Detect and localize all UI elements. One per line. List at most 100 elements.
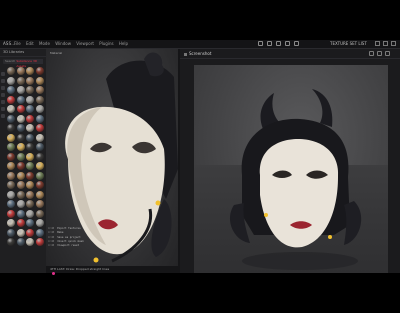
material-thumbnail[interactable]	[7, 181, 15, 189]
material-thumbnail[interactable]	[26, 95, 34, 104]
material-thumbnail[interactable]	[35, 86, 44, 94]
library-search-input[interactable]: Search Substance 3D Assets	[3, 59, 43, 68]
material-thumbnail[interactable]	[16, 209, 25, 218]
material-thumbnail[interactable]	[16, 228, 25, 237]
material-thumbnail[interactable]	[7, 209, 15, 218]
material-thumbnail[interactable]	[16, 171, 25, 180]
material-thumbnail[interactable]	[7, 86, 15, 94]
split-view-icon[interactable]	[294, 41, 299, 46]
menu-plugins[interactable]: Plugins	[99, 41, 113, 46]
3d-viewport[interactable]: Material 4:40 Export Textures 4:40 Bake 4:…	[46, 49, 178, 273]
material-thumbnail[interactable]	[7, 219, 15, 227]
close-icon[interactable]	[391, 41, 396, 46]
material-thumbnail[interactable]	[16, 181, 25, 189]
material-thumbnail[interactable]	[7, 238, 15, 246]
category-textures-icon[interactable]	[1, 107, 5, 111]
material-thumbnail[interactable]	[35, 67, 44, 75]
material-thumbnail[interactable]	[26, 171, 34, 180]
screenshot-render[interactable]	[194, 65, 388, 273]
material-thumbnail[interactable]	[16, 190, 25, 199]
material-thumbnail[interactable]	[26, 67, 34, 75]
material-thumbnail[interactable]	[16, 76, 25, 85]
material-thumbnail[interactable]	[16, 133, 25, 142]
material-thumbnail[interactable]	[26, 133, 34, 142]
category-smart-materials-icon[interactable]	[1, 86, 5, 90]
material-thumbnail[interactable]	[35, 162, 44, 170]
material-thumbnail[interactable]	[26, 76, 34, 85]
material-thumbnail[interactable]	[35, 152, 44, 161]
material-thumbnail[interactable]	[35, 105, 44, 113]
material-thumbnail[interactable]	[7, 67, 15, 75]
material-thumbnail[interactable]	[16, 95, 25, 104]
material-thumbnail[interactable]	[16, 105, 25, 113]
material-thumbnail[interactable]	[35, 219, 44, 227]
material-thumbnail[interactable]	[16, 124, 25, 132]
material-thumbnail[interactable]	[7, 114, 15, 123]
filter-badge[interactable]: Substance 3D Assets	[15, 59, 43, 68]
material-thumbnail[interactable]	[7, 143, 15, 151]
view-mode-icon[interactable]	[285, 41, 290, 46]
material-thumbnail[interactable]	[26, 86, 34, 94]
material-thumbnail[interactable]	[26, 209, 34, 218]
material-thumbnail[interactable]	[26, 152, 34, 161]
copy-icon[interactable]	[377, 51, 382, 56]
material-thumbnail[interactable]	[16, 143, 25, 151]
material-thumbnail[interactable]	[35, 114, 44, 123]
category-brushes-icon[interactable]	[1, 93, 5, 97]
material-thumbnail[interactable]	[7, 200, 15, 208]
category-filters-icon[interactable]	[1, 114, 5, 118]
material-thumbnail[interactable]	[35, 95, 44, 104]
material-thumbnail[interactable]	[26, 181, 34, 189]
material-thumbnail[interactable]	[26, 114, 34, 123]
material-thumbnail[interactable]	[16, 238, 25, 246]
material-thumbnail[interactable]	[26, 219, 34, 227]
menu-file[interactable]: File	[14, 41, 21, 46]
material-thumbnail[interactable]	[35, 143, 44, 151]
texture-set-list-label[interactable]: TEXTURE SET LIST	[330, 40, 367, 48]
material-thumbnail[interactable]	[26, 228, 34, 237]
category-materials-icon[interactable]	[1, 79, 5, 83]
menu-viewport[interactable]: Viewport	[76, 41, 94, 46]
material-thumbnail[interactable]	[35, 238, 44, 246]
material-thumbnail[interactable]	[35, 228, 44, 237]
material-thumbnail[interactable]	[26, 162, 34, 170]
material-thumbnail[interactable]	[7, 162, 15, 170]
material-thumbnail[interactable]	[7, 228, 15, 237]
camera-icon[interactable]	[258, 41, 263, 46]
material-thumbnail[interactable]	[16, 200, 25, 208]
menu-mode[interactable]: Mode	[39, 41, 50, 46]
settings-icon[interactable]	[385, 51, 390, 56]
menu-window[interactable]: Window	[55, 41, 71, 46]
material-thumbnail[interactable]	[35, 181, 44, 189]
material-thumbnail[interactable]	[16, 219, 25, 227]
material-thumbnail[interactable]	[16, 152, 25, 161]
material-thumbnail[interactable]	[35, 209, 44, 218]
material-thumbnail[interactable]	[16, 86, 25, 94]
material-thumbnail[interactable]	[7, 190, 15, 199]
material-thumbnail[interactable]	[7, 105, 15, 113]
material-thumbnail[interactable]	[35, 171, 44, 180]
log-row[interactable]: 4:40 Viewport reset	[48, 244, 168, 248]
light-icon[interactable]	[267, 41, 272, 46]
minimize-icon[interactable]	[375, 41, 380, 46]
material-thumbnail[interactable]	[35, 133, 44, 142]
material-thumbnail[interactable]	[7, 171, 15, 180]
material-thumbnail[interactable]	[35, 190, 44, 199]
material-thumbnail[interactable]	[7, 95, 15, 104]
material-thumbnail[interactable]	[7, 76, 15, 85]
material-thumbnail[interactable]	[26, 124, 34, 132]
material-thumbnail[interactable]	[35, 200, 44, 208]
material-thumbnail[interactable]	[26, 238, 34, 246]
material-thumbnail[interactable]	[16, 162, 25, 170]
material-thumbnail[interactable]	[26, 200, 34, 208]
material-thumbnail[interactable]	[7, 152, 15, 161]
menu-help[interactable]: Help	[119, 41, 128, 46]
material-thumbnail[interactable]	[16, 67, 25, 75]
maximize-icon[interactable]	[383, 41, 388, 46]
material-thumbnail[interactable]	[26, 143, 34, 151]
material-thumbnail[interactable]	[7, 133, 15, 142]
refresh-icon[interactable]	[369, 51, 374, 56]
material-thumbnail[interactable]	[35, 76, 44, 85]
material-thumbnail[interactable]	[7, 124, 15, 132]
menu-edit[interactable]: Edit	[26, 41, 34, 46]
